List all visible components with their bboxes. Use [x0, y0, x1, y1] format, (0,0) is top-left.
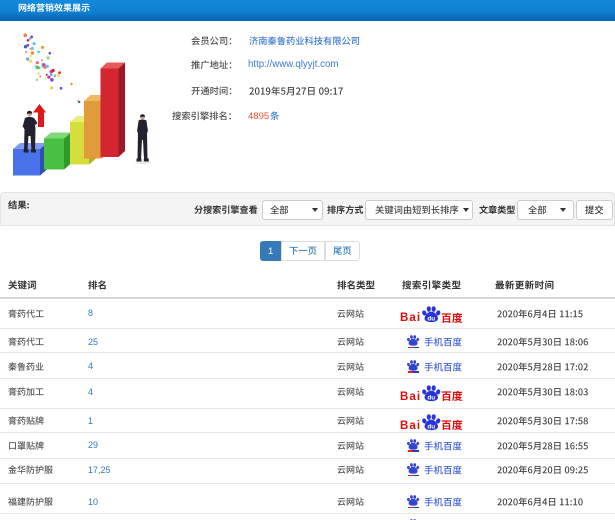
svg-text:du: du — [427, 394, 435, 401]
svg-text:du: du — [427, 423, 435, 430]
svg-text:du: du — [427, 316, 435, 323]
